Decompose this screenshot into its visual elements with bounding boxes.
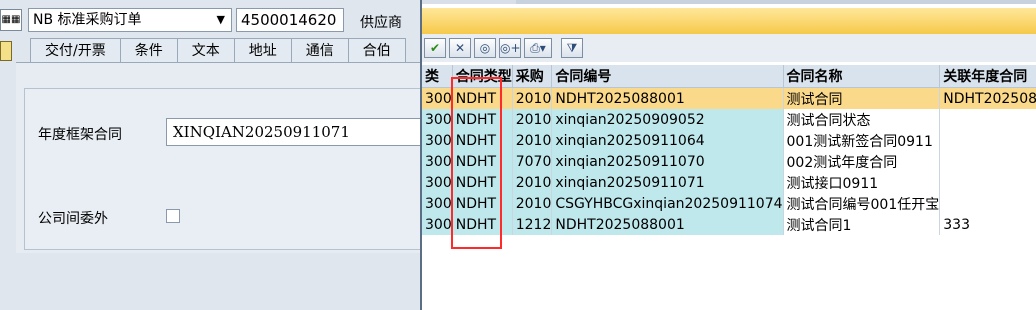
column-header-contract-number[interactable]: 合同编号 [551,65,784,88]
cell-contract-number: NDHT2025088001 [551,214,784,235]
table-header-row: 类 合同类型 采购 合同编号 合同名称 关联年度合同 [422,65,1036,88]
cell-class: 300 [422,130,453,151]
check-icon[interactable]: ✔ [424,38,446,58]
column-header-contract-name[interactable]: 合同名称 [783,65,941,88]
tab-strip: 交付/开票 条件 文本 地址 通信 合伯 [30,38,406,62]
po-number-field[interactable]: 4500014620 [236,8,344,32]
cell-linked-contract: NDHT202508 [939,87,1036,109]
cell-contract-name: 测试合同 [783,87,941,109]
tab-delivery-invoice[interactable]: 交付/开票 [30,38,121,62]
annual-contract-input[interactable]: XINQIAN20250911071 [166,118,420,146]
cell-class: 300 [422,109,453,130]
chevron-down-icon[interactable]: ▼ [217,9,225,31]
cancel-icon[interactable]: ✕ [449,38,471,58]
print-icon[interactable]: ⎙▾ [524,38,552,58]
document-type-select[interactable]: NB 标准采购订单 ▼ [28,8,232,32]
vendor-label: 供应商 [360,15,402,31]
column-header-purch-org[interactable]: 采购 [512,65,553,88]
hit-list-table: 类 合同类型 采购 合同编号 合同名称 关联年度合同 300 NDHT 2010… [422,65,1036,235]
intercompany-checkbox[interactable] [166,209,180,223]
binoculars-icon[interactable]: ◎ [474,38,496,58]
cell-class: 300 [422,87,453,109]
cell-linked-contract [939,109,1036,130]
document-overview-icon[interactable]: ▦▦ [0,9,22,31]
cell-contract-number: xinqian20250911064 [551,130,784,151]
table-row[interactable]: 300 NDHT 2010 xinqian20250911064 001测试新签… [422,130,1036,151]
cell-contract-number: CSGYHBCGxinqian20250911074 [551,193,784,214]
column-header-linked-annual-contract[interactable]: 关联年度合同 [939,65,1036,88]
binoculars-plus-icon[interactable]: ◎+ [499,38,521,58]
tab-conditions[interactable]: 条件 [119,38,178,62]
cell-purch-org: 2010 [512,109,553,130]
popup-title-bar-right [516,0,1036,4]
intercompany-label: 公司间委外 [38,211,108,227]
cell-class: 300 [422,214,453,235]
highlight-annotation-box [451,77,502,249]
folder-icon[interactable] [0,41,12,61]
cell-purch-org: 2010 [512,193,553,214]
cell-class: 300 [422,193,453,214]
annual-contract-label: 年度框架合同 [38,127,122,143]
table-row[interactable]: 300 NDHT 1212 NDHT2025088001 测试合同1 333 [422,214,1036,235]
cell-purch-org: 1212 [512,214,553,235]
tab-texts[interactable]: 文本 [176,38,235,62]
table-row[interactable]: 300 NDHT 2010 xinqian20250909052 测试合同状态 [422,109,1036,130]
cell-class: 300 [422,151,453,172]
cell-contract-name: 002测试年度合同 [783,151,941,172]
cell-linked-contract: 333 [939,214,1036,235]
table-row[interactable]: 300 NDHT 2010 CSGYHBCGxinqian20250911074… [422,193,1036,214]
cell-purch-org: 2010 [512,130,553,151]
cell-purch-org: 7070 [512,151,553,172]
table-row[interactable]: 300 NDHT 7070 xinqian20250911070 002测试年度… [422,151,1036,172]
cell-linked-contract [939,193,1036,214]
cell-contract-number: xinqian20250911070 [551,151,784,172]
cell-contract-number: xinqian20250911071 [551,172,784,193]
document-type-value: NB 标准采购订单 [33,12,142,28]
tab-partners[interactable]: 合伯 [347,38,406,62]
cell-class: 300 [422,172,453,193]
cell-linked-contract [939,130,1036,151]
cell-contract-name: 测试合同编号001任开宝 [783,193,941,214]
cell-contract-name: 测试合同状态 [783,109,941,130]
cell-contract-name: 测试接口0911 [783,172,941,193]
tab-communication[interactable]: 通信 [290,38,349,62]
cell-linked-contract [939,151,1036,172]
cell-purch-org: 2010 [512,87,553,109]
popup-header-band [422,8,1036,34]
cell-contract-number: xinqian20250909052 [551,109,784,130]
filter-icon[interactable]: ⧩ [561,38,583,58]
table-row[interactable]: 300 NDHT 2010 NDHT2025088001 测试合同 NDHT20… [422,87,1036,109]
cell-linked-contract [939,172,1036,193]
cell-contract-name: 测试合同1 [783,214,941,235]
table-row[interactable]: 300 NDHT 2010 xinqian20250911071 测试接口091… [422,172,1036,193]
cell-contract-name: 001测试新签合同0911 [783,130,941,151]
popup-toolbar: ✔ ✕ ◎ ◎+ ⎙▾ ⧩ [422,34,1036,62]
cell-contract-number: NDHT2025088001 [551,87,784,109]
tab-address[interactable]: 地址 [233,38,292,62]
cell-purch-org: 2010 [512,172,553,193]
column-header-class[interactable]: 类 [422,65,453,88]
